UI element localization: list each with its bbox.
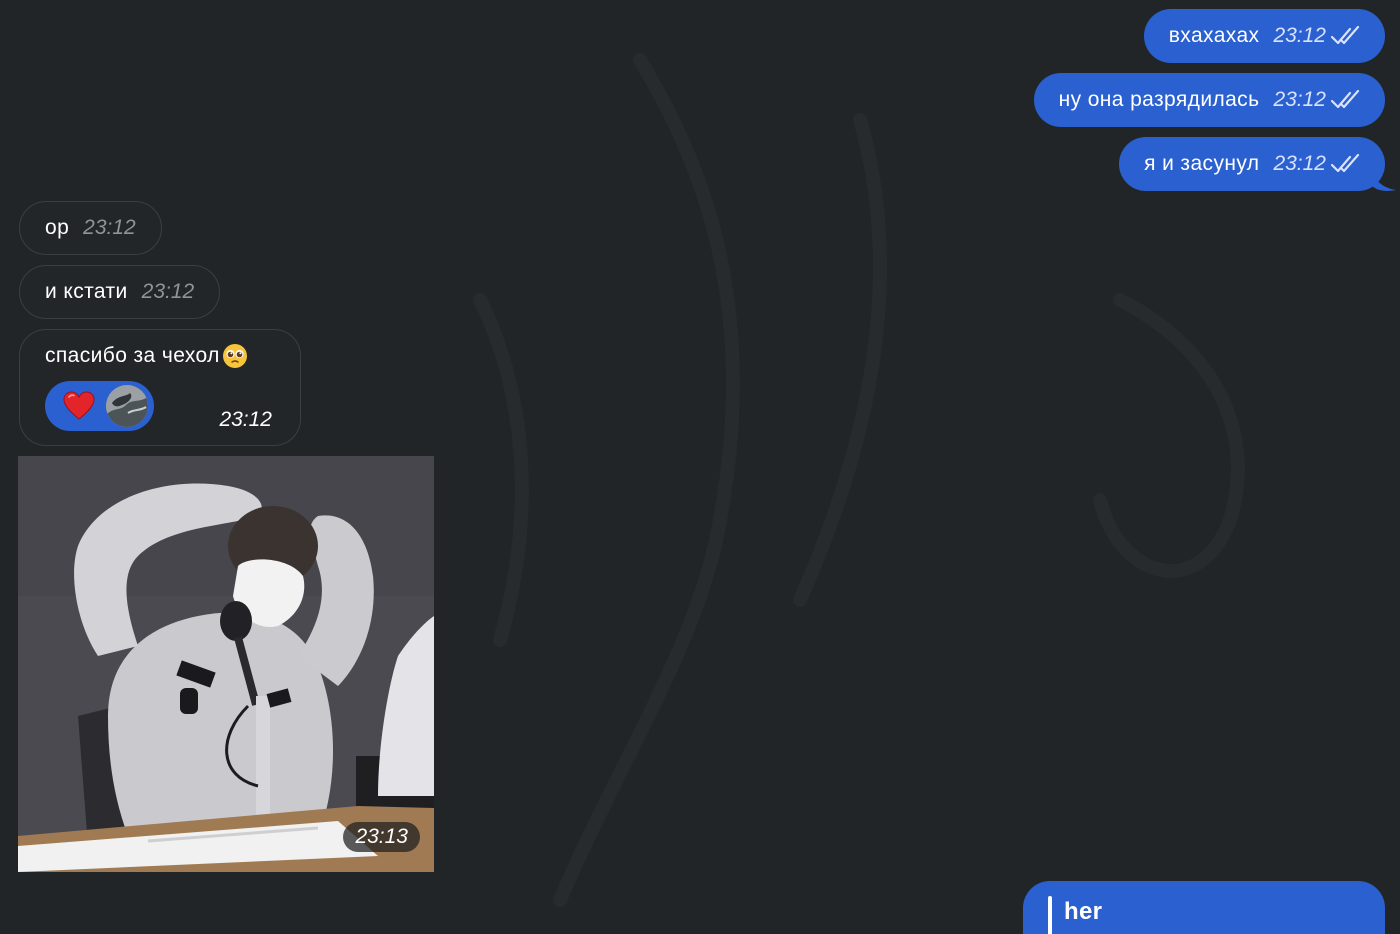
double-check-icon [1330,26,1360,46]
outgoing-reply-message[interactable]: her [1023,881,1385,934]
reaction-chip[interactable] [45,381,154,431]
reply-sender-name: her [1064,898,1103,925]
double-check-icon [1330,154,1360,174]
message-time: 23:12 [83,216,136,239]
message-text: и кстати [45,280,128,303]
message-text: спасибо за чехол [45,344,220,367]
message-text: вхахахах [1168,24,1260,47]
reactor-avatar [106,385,148,427]
message-text: ор [45,216,70,239]
outgoing-message[interactable]: вхахахах 23:12 [1143,9,1385,63]
reply-quote-bar [1048,896,1052,934]
gif-message[interactable]: 23:13 [18,456,434,872]
incoming-message[interactable]: и кстати 23:12 [19,265,221,319]
gif-thumbnail [18,456,434,872]
message-text: я и засунул [1144,152,1260,175]
message-time: 23:12 [219,408,272,431]
red-heart-emoji [63,391,95,420]
chat-view: вхахахах 23:12 ну она разрядилась 23:12 … [0,0,1400,934]
outgoing-message[interactable]: ну она разрядилась 23:12 [1033,73,1385,127]
message-time: 23:12 [141,280,195,303]
message-time: 23:12 [1273,24,1326,47]
outgoing-message[interactable]: я и засунул 23:12 [1119,137,1385,191]
message-content: спасибо за чехол [45,343,248,369]
message-time: 23:12 [1273,152,1326,175]
incoming-message[interactable]: ор 23:12 [19,201,162,255]
message-time: 23:12 [1273,88,1326,111]
pleading-face-emoji [222,344,247,368]
message-text: ну она разрядилась [1058,88,1260,111]
double-check-icon [1330,90,1360,110]
incoming-message[interactable]: спасибо за чехол 23:12 [19,329,301,446]
bubble-tail [1372,172,1396,191]
message-time: 23:13 [343,822,420,852]
